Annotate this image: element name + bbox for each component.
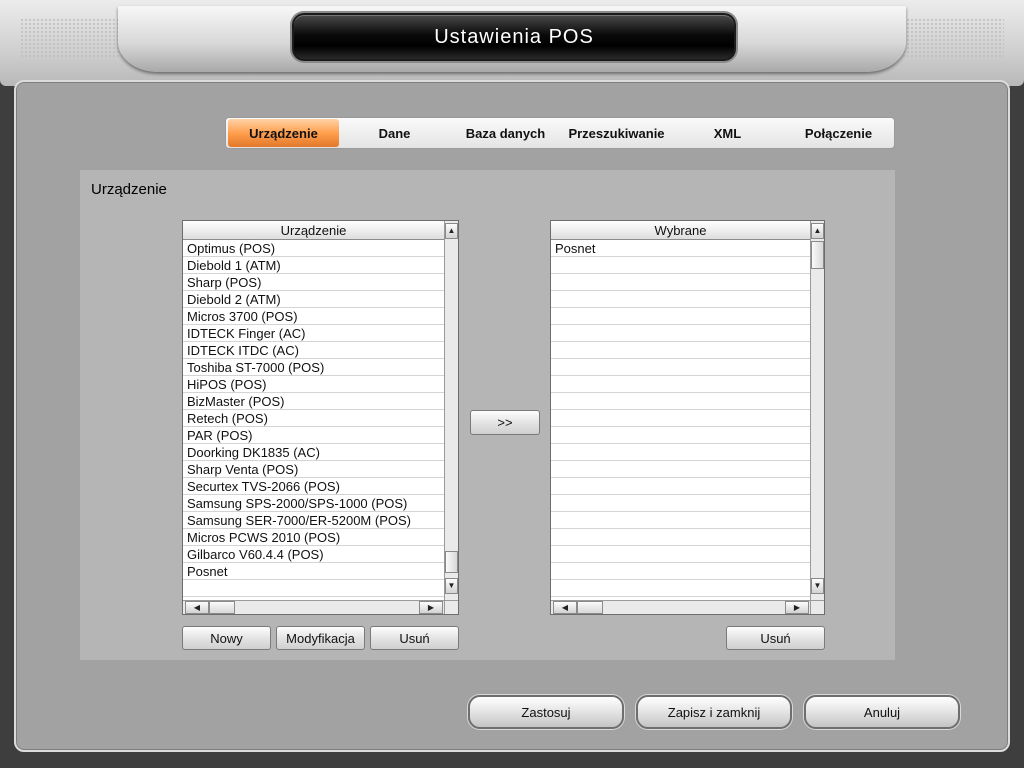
list-item[interactable] [551, 580, 810, 597]
list-item[interactable] [551, 495, 810, 512]
list-item[interactable] [551, 529, 810, 546]
list-item[interactable]: Samsung SER-7000/ER-5200M (POS) [183, 512, 444, 529]
decorative-dots-right [894, 18, 1004, 58]
list-item[interactable]: PAR (POS) [183, 427, 444, 444]
list-item[interactable] [551, 257, 810, 274]
selected-list[interactable]: Wybrane Posnet ▲ ▼ ◀ ▶ [550, 220, 825, 615]
delete-device-button[interactable]: Usuń [370, 626, 459, 650]
list-item[interactable] [551, 359, 810, 376]
scroll-thumb[interactable] [811, 241, 824, 269]
list-item[interactable]: Samsung SPS-2000/SPS-1000 (POS) [183, 495, 444, 512]
list-item[interactable]: Securtex TVS-2066 (POS) [183, 478, 444, 495]
top-frame: Ustawienia POS [0, 0, 1024, 86]
tab-search[interactable]: Przeszukiwanie [561, 118, 672, 148]
list-item[interactable]: HiPOS (POS) [183, 376, 444, 393]
device-list-rows: Optimus (POS) Diebold 1 (ATM) Sharp (POS) D… [183, 240, 444, 597]
selected-list-header[interactable]: Wybrane [551, 221, 810, 240]
selected-list-vscrollbar[interactable]: ▲ ▼ [810, 221, 824, 601]
list-item[interactable] [551, 563, 810, 580]
scroll-left-icon[interactable]: ◀ [553, 601, 577, 614]
list-item[interactable]: Diebold 2 (ATM) [183, 291, 444, 308]
scroll-right-icon[interactable]: ▶ [419, 601, 443, 614]
tab-database[interactable]: Baza danych [450, 118, 561, 148]
scroll-up-icon[interactable]: ▲ [811, 223, 824, 239]
list-item[interactable]: Doorking DK1835 (AC) [183, 444, 444, 461]
list-item[interactable] [551, 410, 810, 427]
tab-bar: Urządzenie Dane Baza danych Przeszukiwan… [225, 117, 895, 149]
list-item[interactable]: Posnet [551, 240, 810, 257]
list-item[interactable] [551, 393, 810, 410]
scroll-thumb[interactable] [445, 551, 458, 573]
hscroll-thumb[interactable] [209, 601, 235, 614]
scroll-down-icon[interactable]: ▼ [811, 578, 824, 594]
list-item[interactable]: Gilbarco V60.4.4 (POS) [183, 546, 444, 563]
scroll-left-icon[interactable]: ◀ [185, 601, 209, 614]
decorative-dots-left [20, 18, 130, 58]
list-item[interactable] [551, 291, 810, 308]
device-list-header[interactable]: Urządzenie [183, 221, 444, 240]
cancel-button[interactable]: Anuluj [804, 695, 960, 729]
scroll-right-icon[interactable]: ▶ [785, 601, 809, 614]
tab-device[interactable]: Urządzenie [228, 119, 339, 147]
window-title: Ustawienia POS [434, 25, 594, 48]
list-item[interactable]: Sharp Venta (POS) [183, 461, 444, 478]
scroll-corner [810, 600, 824, 614]
list-item[interactable]: IDTECK Finger (AC) [183, 325, 444, 342]
list-item[interactable]: Retech (POS) [183, 410, 444, 427]
remove-selected-button[interactable]: Usuń [726, 626, 825, 650]
list-item[interactable]: Posnet [183, 563, 444, 580]
list-item[interactable]: Toshiba ST-7000 (POS) [183, 359, 444, 376]
list-item[interactable] [183, 580, 444, 597]
save-and-close-button[interactable]: Zapisz i zamknij [636, 695, 792, 729]
list-item[interactable]: IDTECK ITDC (AC) [183, 342, 444, 359]
list-item[interactable] [551, 512, 810, 529]
device-list[interactable]: Urządzenie Optimus (POS) Diebold 1 (ATM) S… [182, 220, 459, 615]
list-item[interactable]: Diebold 1 (ATM) [183, 257, 444, 274]
tab-data[interactable]: Dane [339, 118, 450, 148]
list-item[interactable] [551, 325, 810, 342]
add-selected-button[interactable]: >> [470, 410, 540, 435]
list-item[interactable] [551, 478, 810, 495]
modify-device-button[interactable]: Modyfikacja [276, 626, 365, 650]
tab-connection[interactable]: Połączenie [783, 118, 894, 148]
list-item[interactable]: Micros PCWS 2010 (POS) [183, 529, 444, 546]
section-title: Urządzenie [91, 181, 167, 198]
list-item[interactable] [551, 546, 810, 563]
list-item[interactable]: Micros 3700 (POS) [183, 308, 444, 325]
new-device-button[interactable]: Nowy [182, 626, 271, 650]
list-item[interactable]: Optimus (POS) [183, 240, 444, 257]
list-item[interactable] [551, 376, 810, 393]
list-item[interactable] [551, 427, 810, 444]
tab-xml[interactable]: XML [672, 118, 783, 148]
list-item[interactable] [551, 342, 810, 359]
selected-list-rows: Posnet [551, 240, 810, 597]
list-item[interactable] [551, 444, 810, 461]
apply-button[interactable]: Zastosuj [468, 695, 624, 729]
scroll-corner [444, 600, 458, 614]
scroll-up-icon[interactable]: ▲ [445, 223, 458, 239]
scroll-down-icon[interactable]: ▼ [445, 578, 458, 594]
hscroll-thumb[interactable] [577, 601, 603, 614]
list-item[interactable] [551, 308, 810, 325]
list-item[interactable]: BizMaster (POS) [183, 393, 444, 410]
device-list-vscrollbar[interactable]: ▲ ▼ [444, 221, 458, 601]
selected-list-hscrollbar[interactable]: ◀ ▶ [551, 600, 810, 614]
window-title-bar: Ustawienia POS [292, 13, 736, 61]
list-item[interactable] [551, 274, 810, 291]
list-item[interactable]: Sharp (POS) [183, 274, 444, 291]
device-list-hscrollbar[interactable]: ◀ ▶ [183, 600, 444, 614]
list-item[interactable] [551, 461, 810, 478]
